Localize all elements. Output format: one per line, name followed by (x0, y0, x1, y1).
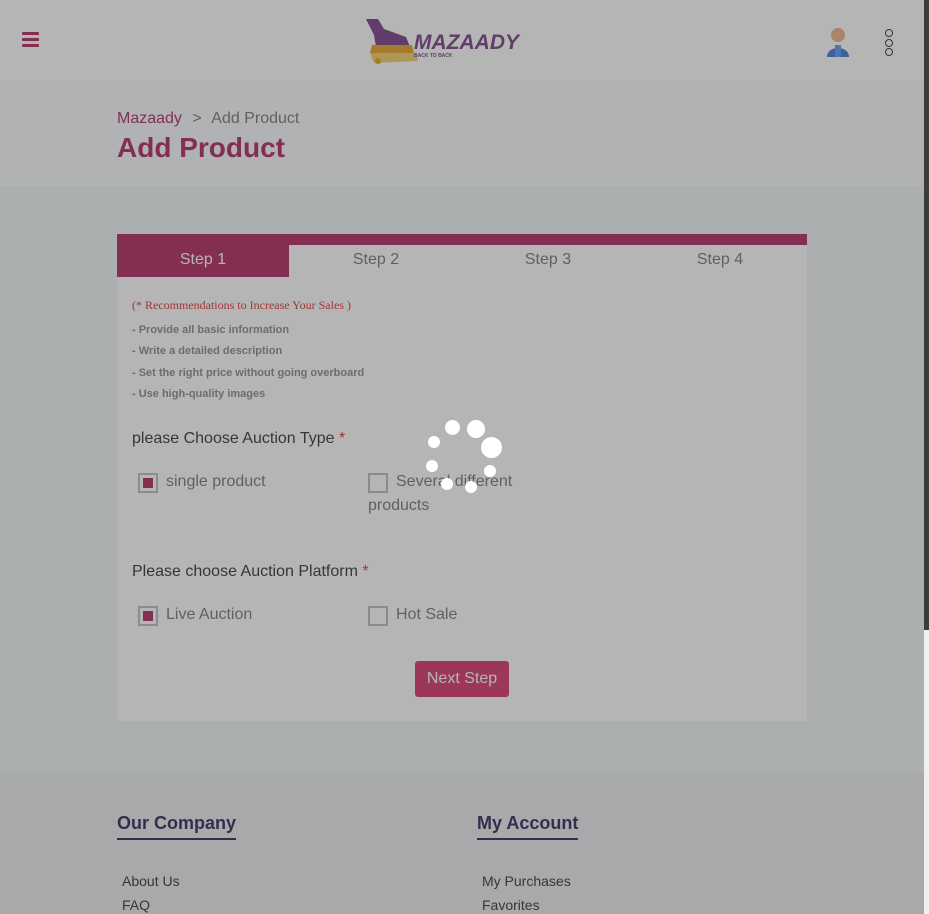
scrollbar-thumb[interactable] (924, 0, 929, 630)
page: MAZAADY BACK TO BACK Mazaady > Add Produ… (0, 0, 929, 914)
loading-spinner-icon (424, 419, 504, 493)
